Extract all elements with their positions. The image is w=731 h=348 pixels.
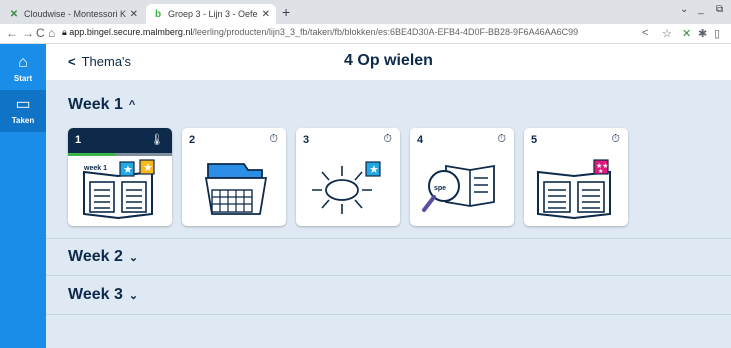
tab-title: Cloudwise - Montessori Kind Co [24, 9, 126, 19]
sidebar-item-taken[interactable]: ▭ Taken [0, 90, 46, 132]
close-icon[interactable]: ✕ [262, 9, 270, 20]
bingel-icon: b [154, 8, 162, 20]
star-icon: ★ [143, 162, 153, 174]
section-divider [46, 238, 731, 239]
thermometer-icon: 🌡︎ [150, 134, 164, 146]
magnifier-book-illustration: spe [422, 164, 495, 212]
home-browser-icon[interactable]: ⌂ [48, 26, 55, 40]
card-number: 2 [189, 134, 196, 146]
star-icon: ★ [123, 164, 133, 176]
book-illustration: ★★ ★ [537, 159, 611, 220]
minimize-icon[interactable]: _ [698, 4, 704, 15]
sidebar-item-start[interactable]: ⌂ Start [0, 48, 46, 90]
week-1-toggle[interactable]: Week 1 ^ [68, 96, 135, 114]
home-icon: ⌂ [18, 54, 28, 71]
timer-check-icon: ⏱︎ [383, 133, 392, 145]
section-divider [46, 314, 731, 315]
page-title: 4 Op wielen [344, 52, 433, 69]
section-divider [46, 275, 731, 276]
timer-check-icon: ⏱︎ [497, 133, 506, 145]
browser-tab-bingel[interactable]: b Groep 3 - Lijn 3 - Oefensoftware ✕ [146, 4, 276, 24]
restore-icon[interactable]: ⧉ [716, 4, 723, 15]
week-3-toggle[interactable]: Week 3 ⌄ [68, 286, 138, 304]
card-number: 5 [531, 134, 538, 146]
week-2-toggle[interactable]: Week 2 ⌄ [68, 248, 138, 266]
extensions-puzzle-icon[interactable]: ✱ [698, 27, 707, 40]
forward-arrow-icon[interactable]: → [22, 26, 34, 40]
chevron-down-icon: ⌄ [128, 251, 139, 264]
star-icon: ★ [369, 164, 379, 176]
sidebar-item-label: Taken [11, 116, 35, 125]
tab-title: Groep 3 - Lijn 3 - Oefensoftware [168, 9, 258, 19]
browser-tab-cloudwise[interactable]: ✕ Cloudwise - Montessori Kind Co ✕ [2, 4, 144, 24]
cloudwise-icon: ✕ [9, 8, 19, 20]
url-path: /leerling/producten/lijn3_3_fb/taken/fb/… [192, 27, 579, 37]
app-sidebar: ⌂ Start ▭ Taken [0, 44, 46, 348]
share-icon[interactable]: < [642, 27, 648, 39]
task-card-1[interactable]: 1 🌡︎ week 1 ★ ★ [68, 128, 172, 226]
task-card-4[interactable]: 4 ⏱︎ spe [410, 128, 514, 226]
week-title: Week 1 [68, 96, 123, 113]
extension-cloudwise-icon[interactable]: ✕ [682, 27, 691, 40]
page-header: < Thema's 4 Op wielen [46, 44, 731, 80]
week-book-illustration: week 1 ★ ★ [83, 159, 155, 220]
card-number: 4 [417, 134, 424, 146]
address-bar: ← → C ⌂ 🔒︎ app.bingel.secure.malmberg.nl… [0, 24, 731, 44]
new-tab-icon[interactable]: + [282, 4, 290, 20]
reload-icon[interactable]: C [36, 26, 45, 40]
chevron-down-icon: ⌄ [128, 289, 139, 302]
card-number: 1 [75, 134, 82, 146]
card-number: 3 [303, 134, 310, 146]
back-arrow-icon[interactable]: ← [6, 26, 18, 40]
url-field[interactable]: 🔒︎ app.bingel.secure.malmberg.nl/leerlin… [62, 27, 578, 38]
week-title: Week 2 [68, 248, 123, 265]
task-card-5[interactable]: 5 ⏱︎ ★★ ★ [524, 128, 628, 226]
url-host: app.bingel.secure.malmberg.nl [69, 27, 193, 37]
tab-search-icon[interactable]: ⌄ [680, 4, 688, 15]
task-card-3[interactable]: 3 ⏱︎ ★ [296, 128, 400, 226]
side-panel-icon[interactable]: ▯ [714, 27, 720, 40]
card-image-label: spe [434, 185, 446, 192]
timer-check-icon: ⏱︎ [269, 133, 278, 145]
calendar-book-illustration [204, 163, 268, 215]
chevron-up-icon: ^ [128, 99, 136, 111]
sidebar-item-label: Start [13, 74, 33, 83]
tasks-icon: ▭ [15, 96, 31, 113]
star-icon: ★ [598, 168, 603, 175]
card-image-label: week 1 [83, 165, 107, 172]
bookmark-star-icon[interactable]: ☆ [662, 27, 672, 40]
timer-check-icon: ⏱︎ [611, 133, 620, 145]
week-title: Week 3 [68, 286, 123, 303]
sun-illustration: ★ [312, 161, 381, 214]
task-card-2[interactable]: 2 ⏱︎ [182, 128, 286, 226]
browser-tab-bar: ✕ Cloudwise - Montessori Kind Co ✕ b Gro… [0, 0, 731, 24]
close-icon[interactable]: ✕ [130, 9, 138, 20]
